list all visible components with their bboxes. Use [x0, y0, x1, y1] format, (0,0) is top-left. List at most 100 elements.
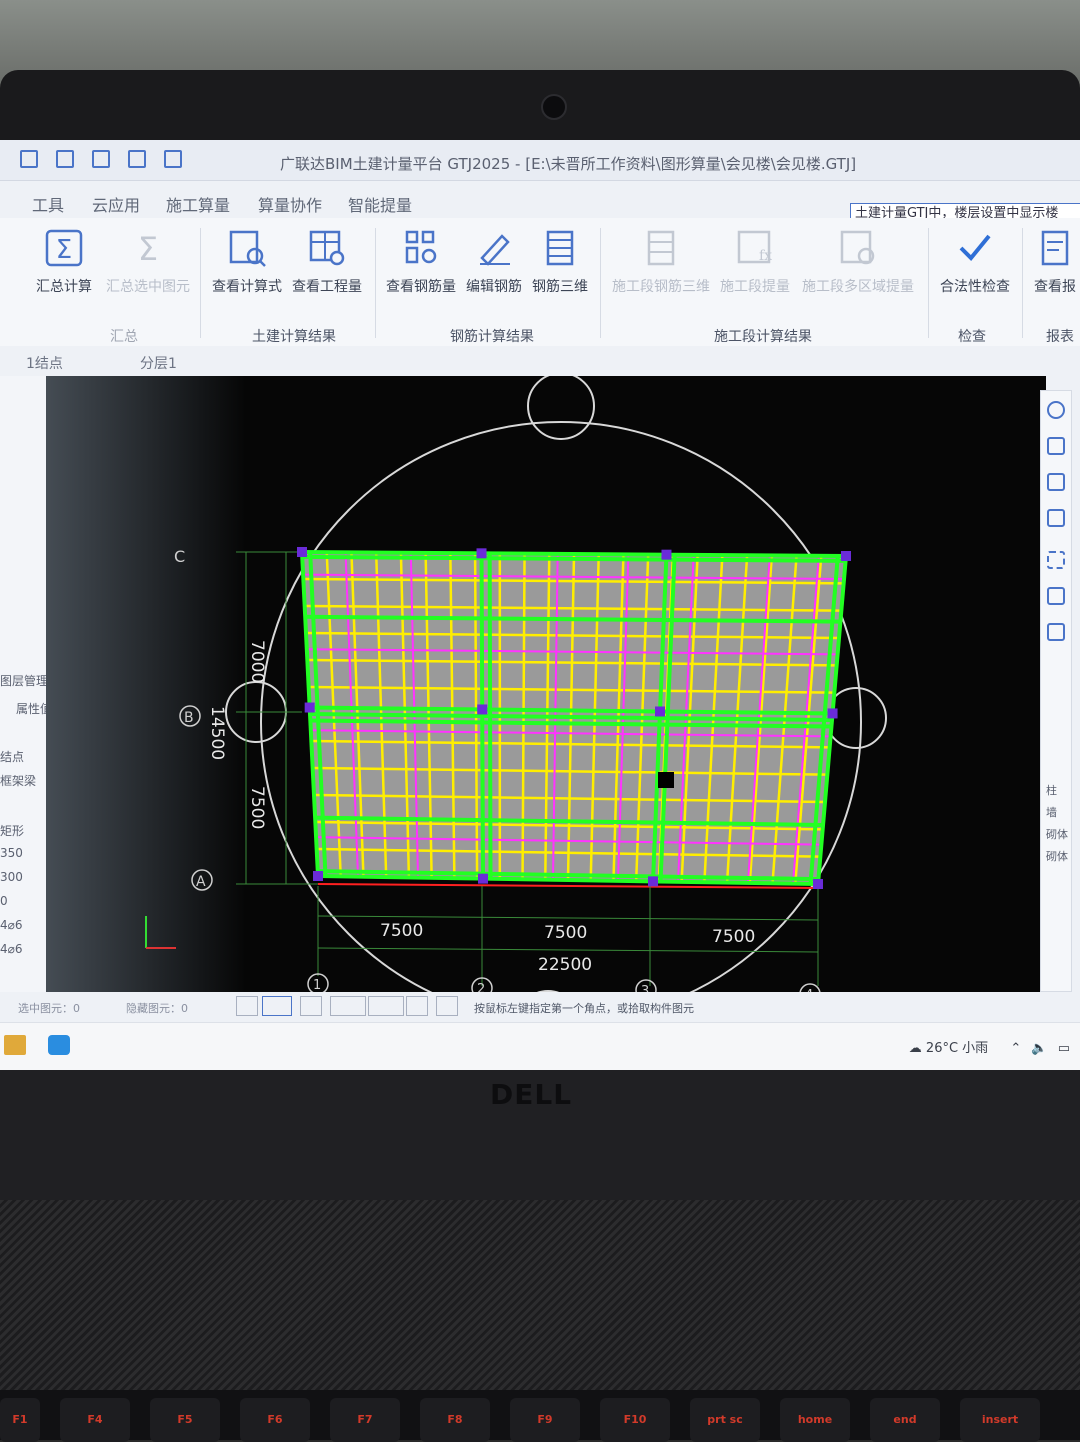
export-icon[interactable]	[164, 150, 182, 168]
menu-tools[interactable]: 工具	[32, 192, 64, 216]
key-f6[interactable]: F6	[240, 1398, 310, 1442]
key-prtsc[interactable]: prt sc	[690, 1398, 760, 1442]
key-f9[interactable]: F9	[510, 1398, 580, 1442]
menu-cloud[interactable]: 云应用	[92, 192, 140, 216]
key-f4[interactable]: F4	[60, 1398, 130, 1442]
hidden-count: 隐藏图元：0	[126, 1002, 188, 1015]
summary-calc-label: 汇总计算	[36, 279, 92, 295]
tree-item[interactable]: 柱	[1046, 780, 1068, 802]
ribbon: Σ 汇总计算 Σ 汇总选中图元 查看计算式 查看工程量 查看钢筋量 编辑钢筋 钢…	[0, 218, 1080, 349]
segment-quantity-button[interactable]: fx 施工段提量	[720, 228, 790, 296]
volume-icon[interactable]: 🔈	[1031, 1041, 1047, 1056]
column-node[interactable]	[661, 549, 672, 560]
column-node[interactable]	[648, 876, 658, 887]
segment-multi-label: 施工段多区域提量	[802, 279, 914, 295]
group-separator	[1022, 228, 1023, 338]
column-node[interactable]	[655, 706, 666, 717]
column-node[interactable]	[476, 548, 487, 559]
settings-view-icon[interactable]	[1047, 623, 1065, 641]
key-home[interactable]: home	[780, 1398, 850, 1442]
key-f5[interactable]: F5	[150, 1398, 220, 1442]
validity-check-button[interactable]: 合法性检查	[940, 228, 1010, 296]
group-separator	[600, 228, 601, 338]
column-node[interactable]	[304, 702, 315, 713]
grid-icon[interactable]	[20, 150, 38, 168]
cube-icon[interactable]	[1047, 473, 1065, 491]
group-separator	[928, 228, 929, 338]
rebar-3d-button[interactable]: 钢筋三维	[532, 228, 588, 296]
edit-rebar-icon	[474, 228, 514, 268]
cube-solid-icon[interactable]	[1047, 509, 1065, 527]
layout-icon[interactable]	[56, 150, 74, 168]
orbit-icon[interactable]	[1047, 401, 1065, 419]
view-quantity-button[interactable]: 查看工程量	[292, 228, 362, 296]
key-f1[interactable]: F1	[0, 1398, 40, 1442]
tree-item[interactable]: 墙	[1046, 802, 1068, 824]
angle-icon[interactable]	[330, 996, 366, 1016]
column-node[interactable]	[478, 873, 488, 884]
property-row: 300	[0, 870, 23, 884]
summary-calc-button[interactable]: Σ 汇总计算	[36, 228, 92, 296]
folder-icon[interactable]	[4, 1035, 26, 1055]
battery-icon[interactable]: ▭	[1058, 1041, 1070, 1056]
property-row: 350	[0, 846, 23, 860]
column-node[interactable]	[827, 708, 838, 719]
view-2d-icon[interactable]	[1047, 437, 1065, 455]
column-node[interactable]	[841, 551, 851, 561]
offset-icon[interactable]	[368, 996, 404, 1016]
edit-rebar-button[interactable]: 编辑钢筋	[466, 228, 522, 296]
layer-manage-tab[interactable]: 图层管理	[0, 672, 48, 689]
view-report-button[interactable]: 查看报	[1034, 228, 1076, 296]
key-end[interactable]: end	[870, 1398, 940, 1442]
drawing-viewport[interactable]: 7000 14500 7500 7500 7500 7500 22500 C B…	[46, 376, 1046, 1012]
column-node[interactable]	[813, 879, 823, 889]
svg-text:fx: fx	[759, 248, 772, 264]
grid-snap-icon[interactable]	[406, 996, 428, 1016]
column-node[interactable]	[313, 871, 323, 881]
key-f7[interactable]: F7	[330, 1398, 400, 1442]
menu-collab[interactable]: 算量协作	[258, 192, 322, 216]
segment-rebar-3d-button[interactable]: 施工段钢筋三维	[612, 228, 710, 296]
column-node[interactable]	[477, 704, 488, 715]
webcam	[541, 94, 567, 120]
layer-select[interactable]: 分层1	[140, 353, 177, 373]
command-prompt: 按鼠标左键指定第一个角点，或拾取构件图元	[474, 1002, 694, 1015]
report-icon	[1035, 228, 1075, 268]
window-title: 广联达BIM土建计量平台 GTJ2025 - [E:\未晋所工作资料\图形算量\…	[280, 155, 857, 173]
arc-icon[interactable]	[436, 996, 458, 1016]
group-rebar-results: 钢筋计算结果	[450, 329, 534, 345]
orbit-handle-top[interactable]	[527, 376, 595, 440]
dim-bottom-total: 22500	[538, 955, 592, 975]
column-node[interactable]	[297, 547, 307, 557]
snap-icon[interactable]	[236, 996, 258, 1016]
cross-icon[interactable]	[300, 996, 322, 1016]
tree-item[interactable]: 砌体	[1046, 846, 1068, 868]
tray-arrow-icon[interactable]: ⌃	[1010, 1041, 1021, 1056]
key-insert[interactable]: insert	[960, 1398, 1040, 1442]
svg-text:B: B	[184, 710, 194, 726]
view-formula-button[interactable]: 查看计算式	[212, 228, 282, 296]
windows-taskbar: ☁ 26°C 小雨 ⌃ 🔈 ▭	[0, 1022, 1080, 1070]
floor-select[interactable]: 1结点	[26, 353, 63, 373]
svg-text:C: C	[174, 547, 185, 566]
check-icon	[955, 228, 995, 268]
property-row: 4⌀6	[0, 942, 23, 956]
chart-icon[interactable]	[92, 150, 110, 168]
dim-bottom-3: 7500	[712, 927, 755, 947]
fit-view-icon[interactable]	[1047, 551, 1065, 569]
group-check: 检查	[958, 329, 986, 345]
table-icon[interactable]	[128, 150, 146, 168]
summary-selected-button[interactable]: Σ 汇总选中图元	[106, 228, 190, 296]
key-f10[interactable]: F10	[600, 1398, 670, 1442]
tree-item[interactable]: 砌体	[1046, 824, 1068, 846]
box-view-icon[interactable]	[1047, 587, 1065, 605]
right-tree-panel: 柱 墙 砌体 砌体	[1046, 780, 1068, 868]
segment-multi-button[interactable]: 施工段多区域提量	[802, 228, 914, 296]
view-rebar-button[interactable]: 查看钢筋量	[386, 228, 456, 296]
menu-smart[interactable]: 智能提量	[348, 192, 412, 216]
property-row: 结点	[0, 750, 25, 764]
menu-construction[interactable]: 施工算量	[166, 192, 230, 216]
key-f8[interactable]: F8	[420, 1398, 490, 1442]
select-rect-icon[interactable]	[262, 996, 292, 1016]
app-taskbar-icon[interactable]	[48, 1035, 70, 1055]
